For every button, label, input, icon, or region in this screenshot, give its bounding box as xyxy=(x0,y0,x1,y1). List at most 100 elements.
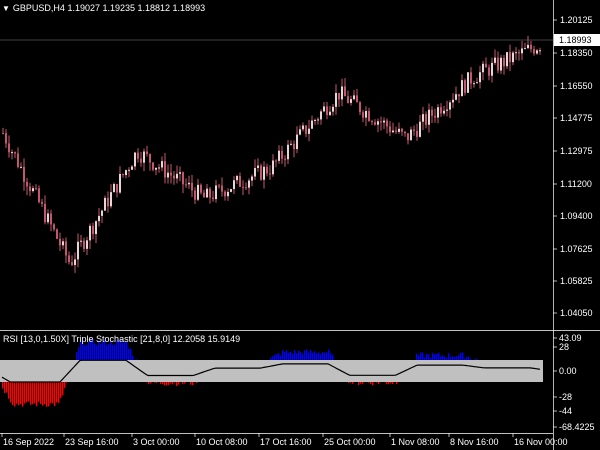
candle xyxy=(389,120,391,137)
candle xyxy=(500,54,502,75)
candle xyxy=(515,47,517,61)
candle xyxy=(14,151,16,158)
candle xyxy=(512,50,514,66)
candle xyxy=(338,92,340,108)
price-axis[interactable]: 1.20125 1.18350 1.16550 1.14775 1.12975 1.112… xyxy=(553,15,593,318)
price-tick-label: 1.16550 xyxy=(560,81,593,91)
time-axis[interactable]: 16 Sep 2022 23 Sep 16:00 3 Oct 00:00 10 Oct… xyxy=(1,433,568,447)
candle xyxy=(449,100,451,119)
price-pane[interactable] xyxy=(0,35,553,273)
candle xyxy=(89,223,91,249)
candle xyxy=(242,180,244,195)
candle xyxy=(362,109,364,123)
candle xyxy=(224,190,226,201)
candle xyxy=(86,236,88,256)
candle xyxy=(104,195,106,211)
candle xyxy=(410,126,412,141)
candle xyxy=(71,255,73,267)
candle xyxy=(131,164,133,170)
indicator-band xyxy=(0,360,543,382)
candle xyxy=(146,145,148,157)
candle xyxy=(506,52,508,70)
candle xyxy=(260,163,262,181)
candle xyxy=(428,103,430,133)
ohlc-values: 1.19027 1.19235 1.18812 1.18993 xyxy=(67,3,206,13)
indicator-pane[interactable] xyxy=(0,339,543,407)
price-tick-label: 1.20125 xyxy=(560,15,593,25)
candle xyxy=(140,151,142,167)
candle xyxy=(377,118,379,133)
candle xyxy=(413,125,415,136)
indicator-axis: 43.09280.00-28-44-68.4225 xyxy=(553,333,595,432)
indicator-tick-label: 0.00 xyxy=(559,366,577,376)
candle xyxy=(185,178,187,188)
candle xyxy=(344,78,346,97)
candle xyxy=(359,101,361,116)
time-tick-label: 23 Sep 16:00 xyxy=(65,437,119,447)
candle xyxy=(308,119,310,142)
candle xyxy=(491,57,493,83)
candle xyxy=(350,95,352,106)
candle xyxy=(215,180,217,203)
candle xyxy=(404,131,406,137)
candle xyxy=(479,65,481,89)
current-price-label: 1.18993 xyxy=(554,34,600,46)
chart-window[interactable]: 1.20125 1.18350 1.16550 1.14775 1.12975 1.112… xyxy=(0,0,600,450)
candle xyxy=(191,174,193,198)
indicator-tick-label: -44 xyxy=(559,406,572,416)
candle xyxy=(497,51,499,74)
price-tick-label: 1.14775 xyxy=(560,113,593,123)
candle xyxy=(197,178,199,202)
candle xyxy=(266,163,268,177)
candle xyxy=(62,238,64,250)
candle xyxy=(227,188,229,201)
time-tick-label: 16 Sep 2022 xyxy=(3,437,54,447)
candle xyxy=(299,125,301,136)
candle xyxy=(503,54,505,75)
candle xyxy=(455,86,457,101)
candle xyxy=(23,158,25,191)
candle xyxy=(395,126,397,134)
candle xyxy=(467,72,469,93)
candle xyxy=(278,145,280,164)
candle xyxy=(485,57,487,68)
candle xyxy=(83,237,85,253)
candle xyxy=(539,47,541,55)
candle xyxy=(209,187,211,204)
candle xyxy=(38,185,40,204)
candle xyxy=(488,64,490,81)
candle xyxy=(320,109,322,125)
candle xyxy=(533,45,535,56)
candle xyxy=(239,172,241,188)
candle xyxy=(371,119,373,126)
candle xyxy=(254,159,256,180)
time-tick-label: 25 Oct 00:00 xyxy=(324,437,376,447)
time-tick-label: 3 Oct 00:00 xyxy=(133,437,180,447)
candle xyxy=(221,177,223,197)
candle xyxy=(59,232,61,252)
candle xyxy=(95,220,97,244)
price-tick-label: 1.04050 xyxy=(560,308,593,318)
candle xyxy=(476,77,478,84)
candle xyxy=(143,148,145,172)
candle xyxy=(56,228,58,240)
candle xyxy=(329,106,331,116)
candle xyxy=(407,133,409,145)
candle xyxy=(374,119,376,126)
candle xyxy=(128,167,130,178)
candle xyxy=(230,188,232,193)
candle xyxy=(206,184,208,198)
candle xyxy=(521,40,523,61)
candle xyxy=(149,153,151,171)
candle xyxy=(317,117,319,125)
candle xyxy=(113,182,115,193)
candle xyxy=(326,101,328,120)
candle xyxy=(251,174,253,187)
candle xyxy=(443,106,445,116)
candle xyxy=(41,198,43,207)
candle xyxy=(11,149,13,160)
candle xyxy=(122,173,124,178)
candle xyxy=(101,209,103,224)
time-tick-label: 8 Nov 16:00 xyxy=(450,437,499,447)
triangle-down-icon[interactable]: ▼ xyxy=(2,4,10,13)
